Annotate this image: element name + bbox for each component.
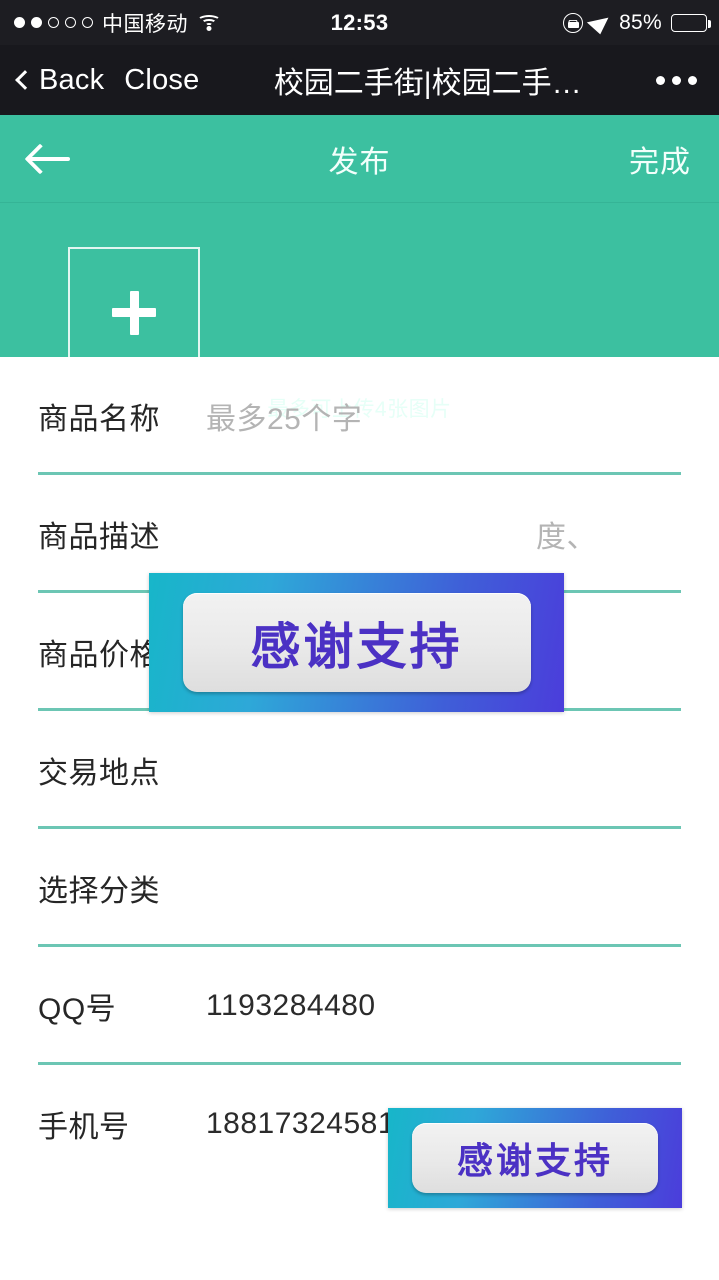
watermark-plate: 感谢支持 <box>182 593 531 692</box>
field-label: 手机号 <box>38 1111 130 1144</box>
close-button[interactable]: Close <box>124 64 199 97</box>
back-button[interactable]: Back <box>39 64 104 97</box>
field-product-name[interactable]: 商品名称 最多25个字 <box>38 357 681 475</box>
rotation-lock-icon <box>563 12 584 33</box>
more-dots-icon[interactable] <box>656 75 705 85</box>
watermark-badge: 感谢支持 <box>149 573 564 712</box>
field-label: QQ号 <box>38 993 117 1026</box>
page-title: 校园二手街|校园二手… <box>273 67 582 100</box>
field-trade-location[interactable]: 交易地点 <box>38 711 681 829</box>
field-qq-number[interactable]: QQ号 1193284480 <box>38 947 681 1065</box>
publish-nav-bar: 发布 完成 <box>0 115 719 203</box>
field-label: 商品描述 <box>38 521 160 554</box>
watermark-badge: 感谢支持 <box>388 1108 682 1208</box>
field-label: 选择分类 <box>38 875 160 908</box>
field-label: 交易地点 <box>38 757 160 790</box>
image-uploader: 最多可上传4张图片 <box>0 203 719 421</box>
chevron-left-icon[interactable] <box>15 70 35 90</box>
webview-title-bar: Back Close 校园二手街|校园二手… <box>0 45 719 115</box>
qq-number-input[interactable]: 1193284480 <box>206 989 376 1023</box>
nav-title: 发布 <box>328 145 391 179</box>
watermark-text: 感谢支持 <box>456 1141 613 1182</box>
product-name-input[interactable]: 最多25个字 <box>206 394 362 438</box>
phone-number-input[interactable]: 18817324581 <box>206 1107 395 1141</box>
watermark-text: 感谢支持 <box>250 617 463 676</box>
field-label: 商品名称 <box>38 403 160 436</box>
publish-form: 商品名称 最多25个字 商品描述 度、 商品价格 ￥ 交易地点 选择分类 QQ号… <box>0 357 719 1183</box>
arrow-left-icon[interactable] <box>28 144 74 174</box>
done-button[interactable]: 完成 <box>629 137 691 181</box>
field-select-category[interactable]: 选择分类 <box>38 829 681 947</box>
battery-icon <box>671 13 711 32</box>
watermark-plate: 感谢支持 <box>412 1123 658 1193</box>
product-description-input[interactable]: 度、 <box>536 512 597 556</box>
app-screen: 中国移动 12:53 85% Back Close 校园二手街|校园二手… 发布… <box>0 0 719 1280</box>
status-bar: 中国移动 12:53 85% <box>0 0 719 45</box>
